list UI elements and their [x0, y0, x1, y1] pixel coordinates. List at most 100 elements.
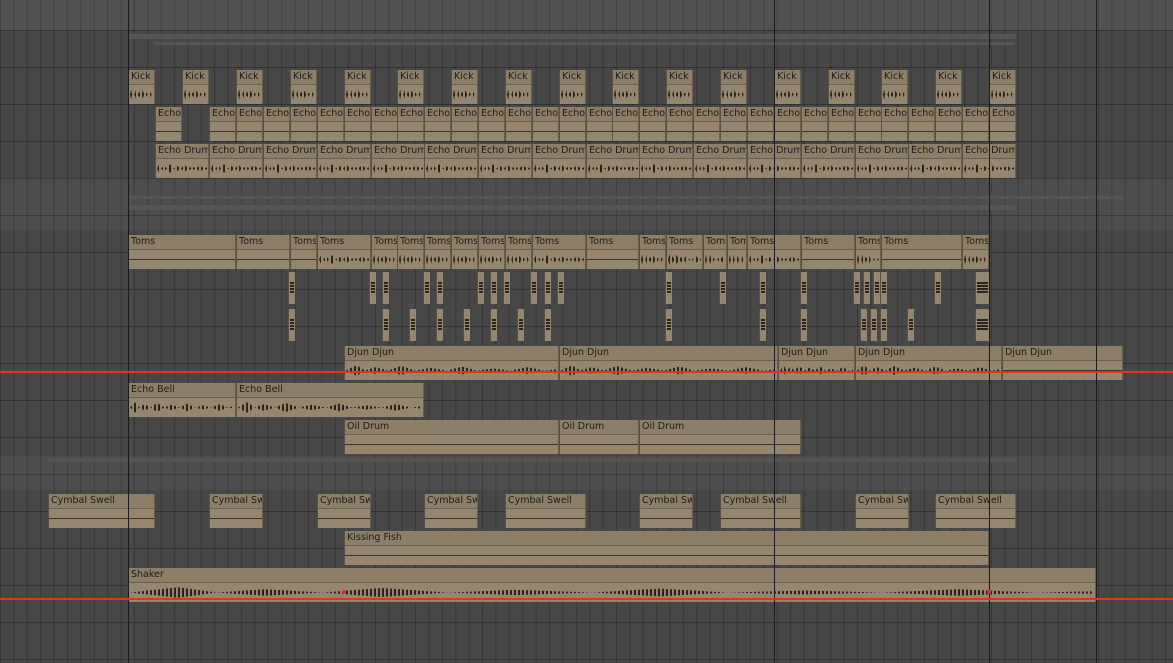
clip-sliver[interactable] [288, 272, 295, 304]
clip-echo[interactable]: Echo [559, 107, 586, 141]
clip-echo[interactable]: Echo [236, 107, 263, 141]
clip-echo[interactable]: Echo [344, 107, 371, 141]
clip-echo[interactable]: Echo [155, 107, 182, 141]
clip-kick[interactable]: Kick [989, 70, 1016, 104]
clip-cymbal-swell[interactable]: Cymbal Swell [209, 494, 263, 528]
clip-echo-drum[interactable]: Echo Drum [209, 144, 263, 178]
clip-cymbal-swell[interactable]: Cymbal Swell [424, 494, 478, 528]
clip-echo-drum[interactable]: Echo Drum [424, 144, 478, 178]
clip-toms[interactable]: Toms [371, 235, 398, 269]
clip-sliver[interactable] [436, 309, 443, 341]
clip-cymbal-swell[interactable]: Cymbal Swell [317, 494, 371, 528]
clip-sliver[interactable] [759, 309, 766, 341]
clip-sliver[interactable] [880, 272, 887, 304]
clip-echo[interactable]: Echo [317, 107, 344, 141]
clip-sliver[interactable] [382, 272, 389, 304]
clip-echo[interactable]: Echo [263, 107, 290, 141]
clip-toms[interactable]: Toms [505, 235, 532, 269]
clip-echo[interactable]: Echo [881, 107, 908, 141]
clip-echo-drum[interactable]: Echo Drum [908, 144, 962, 178]
automation-point[interactable] [987, 590, 991, 594]
clip-sliver[interactable] [530, 272, 537, 304]
clip-echo[interactable]: Echo [532, 107, 559, 141]
clip-kick[interactable]: Kick [881, 70, 908, 104]
clip-shaker[interactable]: Shaker [128, 568, 1096, 602]
clip-oil-drum[interactable]: Oil Drum [559, 420, 639, 454]
clip-echo[interactable]: Echo [639, 107, 666, 141]
clip-sliver[interactable] [463, 309, 470, 341]
clip-sliver[interactable] [517, 309, 524, 341]
clip-djun-djun[interactable]: Djun Djun [1002, 346, 1123, 380]
clip-sliver[interactable] [870, 309, 877, 341]
clip-echo[interactable]: Echo [371, 107, 398, 141]
clip-echo-drum[interactable]: Echo Drum [155, 144, 209, 178]
clip-toms[interactable]: Toms [962, 235, 989, 269]
clip-echo-drum[interactable]: Echo Drum [855, 144, 909, 178]
clip-echo[interactable]: Echo [424, 107, 451, 141]
clip-echo[interactable]: Echo [209, 107, 236, 141]
clip-kick[interactable]: Kick [935, 70, 962, 104]
clip-kick[interactable]: Kick [612, 70, 639, 104]
clip-echo[interactable]: Echo [586, 107, 613, 141]
clip-sliver[interactable] [975, 309, 989, 341]
clip-echo-drum[interactable]: Echo Drum [639, 144, 693, 178]
clip-cymbal-swell[interactable]: Cymbal Swell [48, 494, 155, 528]
clip-echo-drum[interactable]: Echo Drum [263, 144, 317, 178]
clip-sliver[interactable] [490, 272, 497, 304]
clip-sliver[interactable] [503, 272, 510, 304]
clip-echo-drum[interactable]: Echo Drum [693, 144, 747, 178]
clip-cymbal-swell[interactable]: Cymbal Swell [855, 494, 909, 528]
clip-oil-drum[interactable]: Oil Drum [639, 420, 801, 454]
clip-echo-drum[interactable]: Echo Drum [801, 144, 855, 178]
clip-toms[interactable]: Toms [639, 235, 666, 269]
clip-sliver[interactable] [288, 309, 295, 341]
clip-sliver[interactable] [853, 272, 860, 304]
automation-line[interactable] [0, 371, 1173, 373]
clip-djun-djun[interactable]: Djun Djun [778, 346, 855, 380]
clip-echo[interactable]: Echo [962, 107, 989, 141]
clip-echo[interactable]: Echo [666, 107, 693, 141]
clip-toms[interactable]: Toms [881, 235, 962, 269]
clip-cymbal-swell[interactable]: Cymbal Swell [935, 494, 1016, 528]
clip-echo[interactable]: Echo [801, 107, 828, 141]
clip-sliver[interactable] [880, 309, 887, 341]
clip-sliver[interactable] [800, 309, 807, 341]
clip-echo[interactable]: Echo [290, 107, 317, 141]
clip-kick[interactable]: Kick [666, 70, 693, 104]
clip-cymbal-swell[interactable]: Cymbal Swell [720, 494, 801, 528]
clip-toms[interactable]: Toms [703, 235, 727, 269]
clip-toms[interactable]: Toms [855, 235, 881, 269]
clip-echo[interactable]: Echo [747, 107, 774, 141]
clip-toms[interactable]: Toms [666, 235, 703, 269]
clip-echo-bell[interactable]: Echo Bell [236, 383, 424, 417]
clip-echo[interactable]: Echo [855, 107, 882, 141]
clip-toms[interactable]: Toms [586, 235, 639, 269]
clip-sliver[interactable] [665, 272, 672, 304]
clip-sliver[interactable] [975, 272, 989, 304]
clip-echo-drum[interactable]: Echo Drum [532, 144, 586, 178]
clip-sliver[interactable] [665, 309, 672, 341]
clip-kick[interactable]: Kick [451, 70, 478, 104]
clip-toms[interactable]: Toms [451, 235, 478, 269]
clip-echo[interactable]: Echo [720, 107, 747, 141]
clip-kick[interactable]: Kick [344, 70, 371, 104]
clip-oil-drum[interactable]: Oil Drum [344, 420, 559, 454]
clip-djun-djun[interactable]: Djun Djun [559, 346, 778, 380]
clip-echo[interactable]: Echo [828, 107, 855, 141]
clip-echo-drum[interactable]: Echo Drum [317, 144, 371, 178]
clip-toms[interactable]: Toms [532, 235, 586, 269]
clip-echo[interactable]: Echo [397, 107, 424, 141]
clip-kick[interactable]: Kick [828, 70, 855, 104]
clip-sliver[interactable] [557, 272, 564, 304]
clip-echo[interactable]: Echo [505, 107, 532, 141]
clip-echo-bell[interactable]: Echo Bell [128, 383, 236, 417]
clip-toms[interactable]: Toms [317, 235, 371, 269]
clip-toms[interactable]: Toms [397, 235, 424, 269]
clip-sliver[interactable] [759, 272, 766, 304]
clip-echo[interactable]: Echo [478, 107, 505, 141]
clip-toms[interactable]: Toms [727, 235, 747, 269]
clip-toms[interactable]: Toms [801, 235, 855, 269]
clip-sliver[interactable] [544, 272, 551, 304]
clip-kick[interactable]: Kick [128, 70, 155, 104]
clip-echo-drum[interactable]: Echo Drum [478, 144, 532, 178]
